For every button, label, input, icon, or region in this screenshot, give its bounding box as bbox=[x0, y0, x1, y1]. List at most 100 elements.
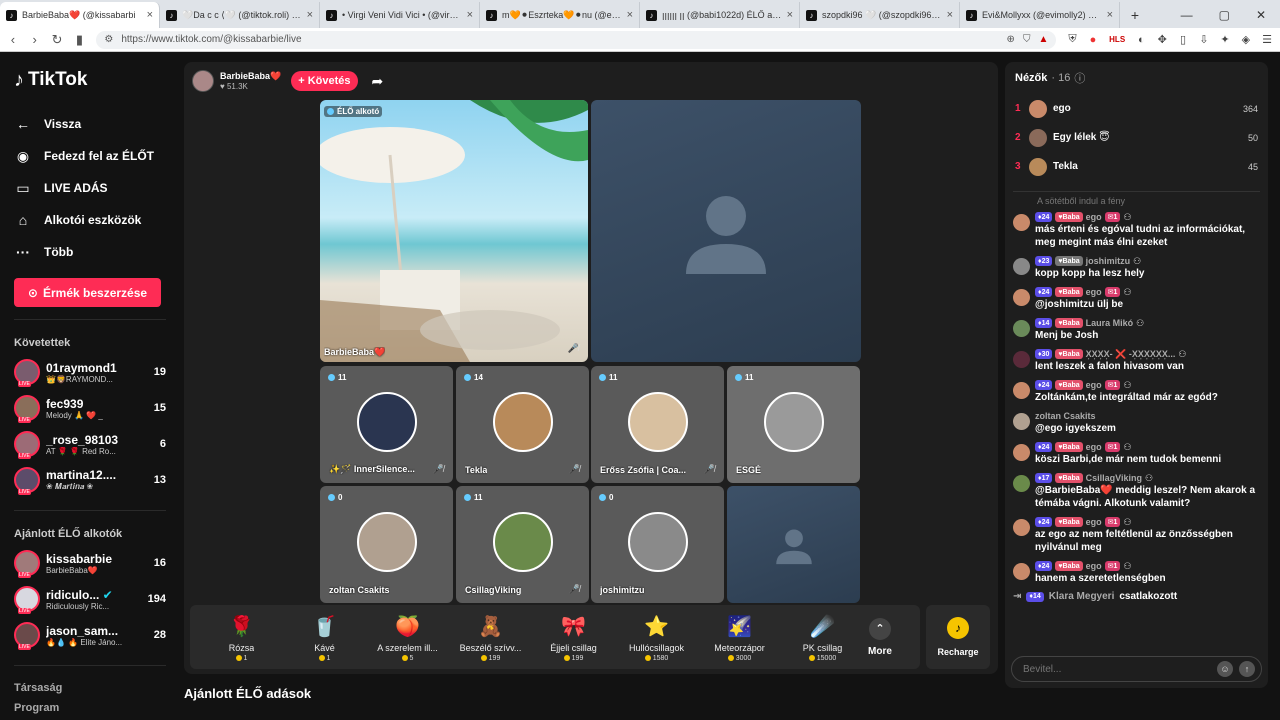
top-viewer-row[interactable]: 2 Egy lélek 😇 50 bbox=[1005, 123, 1268, 152]
follow-button[interactable]: + Követés bbox=[291, 71, 358, 91]
account-item[interactable]: martina12....❀ 𝑴𝒂𝒓𝒕𝒊𝒏𝒂 ❀ 13 bbox=[14, 462, 166, 498]
account-item[interactable]: fec939Melody 🙏 ❤️ _ 15 bbox=[14, 390, 166, 426]
recharge-button[interactable]: ♪ Recharge bbox=[926, 605, 990, 669]
avatar[interactable] bbox=[1029, 157, 1047, 176]
avatar[interactable] bbox=[14, 431, 40, 459]
avatar[interactable] bbox=[1029, 99, 1047, 118]
avatar[interactable] bbox=[14, 467, 40, 495]
avatar[interactable] bbox=[1013, 351, 1030, 368]
minimize-icon[interactable]: — bbox=[1181, 8, 1193, 22]
account-item[interactable]: ridiculo... ✔Ridiculously Ric... 194 bbox=[14, 581, 166, 617]
guest-video-tile[interactable]: 11 ESGÉ bbox=[727, 366, 860, 483]
tiktok-logo[interactable]: ♪ TikTok bbox=[14, 52, 166, 108]
guest-video-tile[interactable]: 11 ✨🪄 InnerSilence... 🎤̸ bbox=[320, 366, 453, 483]
message-username[interactable]: joshimitzu bbox=[1086, 256, 1131, 266]
empty-seat-tile[interactable] bbox=[591, 100, 861, 362]
guest-video-tile[interactable]: 11 Erőss Zsófia | Coa... 🎤̸ bbox=[591, 366, 724, 483]
extension-shield-icon[interactable]: ⛨ bbox=[1068, 33, 1076, 46]
extension-color-icon[interactable]: ● bbox=[1089, 34, 1097, 46]
warning-icon[interactable]: ▲ bbox=[1038, 34, 1048, 45]
close-tab-icon[interactable]: × bbox=[627, 9, 633, 21]
chat-input[interactable] bbox=[1023, 663, 1217, 675]
browser-tab[interactable]: ♪ Evi&Mollyxx (@evimolly2) ÉLŐ adás × bbox=[960, 2, 1120, 28]
share-icon[interactable]: ➦ bbox=[372, 73, 384, 90]
reload-icon[interactable]: ↻ bbox=[52, 32, 63, 48]
avatar[interactable] bbox=[1013, 258, 1030, 275]
vpn-icon[interactable]: ◈ bbox=[1242, 33, 1250, 46]
avatar[interactable] bbox=[14, 586, 40, 614]
maximize-icon[interactable]: ▢ bbox=[1219, 8, 1230, 22]
menu-icon[interactable]: ☰ bbox=[1262, 33, 1272, 46]
account-item[interactable]: 01raymond1👑🦁RAYMOND... 19 bbox=[14, 354, 166, 390]
avatar[interactable] bbox=[1013, 413, 1030, 430]
account-item[interactable]: _rose_98103AT 🌹 🌹 Red Ro... 6 bbox=[14, 426, 166, 462]
joined-username[interactable]: Klara Megyeri bbox=[1049, 591, 1115, 602]
extension-clip-icon[interactable]: ◐ bbox=[1137, 34, 1145, 46]
gift-item[interactable]: 🎀 Éjjeli csillag 199 bbox=[532, 613, 615, 662]
site-settings-icon[interactable]: ⚙ bbox=[104, 34, 113, 45]
more-gifts-button[interactable]: ⌃ More bbox=[868, 617, 892, 657]
guest-video-tile[interactable]: 0 zoltan Csakits bbox=[320, 486, 453, 603]
gift-item[interactable]: 🌠 Meteorzápor 3000 bbox=[698, 613, 781, 662]
get-coins-button[interactable]: ⊙ Érmék beszerzése bbox=[14, 278, 161, 307]
message-username[interactable]: ego bbox=[1086, 212, 1102, 222]
message-username[interactable]: Laura Mikó bbox=[1086, 318, 1134, 328]
avatar[interactable] bbox=[1013, 563, 1030, 580]
account-item[interactable]: kissabarbieBarbieBaba❤️ 16 bbox=[14, 545, 166, 581]
avatar[interactable] bbox=[1013, 289, 1030, 306]
gift-item[interactable]: 🥤 Kávé 1 bbox=[283, 613, 366, 662]
bookmark-icon[interactable]: ▮ bbox=[75, 32, 85, 48]
browser-tab[interactable]: ♪ szopdki96 🤍 (@szopdki96) ÉLŐ adás × bbox=[800, 2, 960, 28]
guest-video-tile[interactable]: 0 joshimitzu bbox=[591, 486, 724, 603]
new-tab-button[interactable]: + bbox=[1120, 2, 1150, 28]
top-viewer-row[interactable]: 3 Tekla 45 bbox=[1005, 152, 1268, 181]
browser-tab[interactable]: ♪ 🤍Da c c ⟨🤍 (@tiktok.roli) ÉLŐ adá × bbox=[160, 2, 320, 28]
sidebar-item-0[interactable]: ← Vissza bbox=[14, 108, 166, 140]
message-username[interactable]: ego bbox=[1086, 380, 1102, 390]
extension-hls-icon[interactable]: HLS bbox=[1109, 35, 1125, 44]
close-tab-icon[interactable]: × bbox=[947, 9, 953, 21]
sidebar-item-1[interactable]: ◉ Fedezd fel az ÉLŐT bbox=[14, 140, 166, 172]
avatar[interactable] bbox=[14, 395, 40, 423]
back-icon[interactable]: ‹ bbox=[8, 32, 18, 47]
info-icon[interactable]: ⓘ bbox=[1074, 70, 1085, 86]
message-username[interactable]: ego bbox=[1086, 517, 1102, 527]
close-window-icon[interactable]: ✕ bbox=[1256, 8, 1266, 22]
message-username[interactable]: ego bbox=[1086, 442, 1102, 452]
forward-icon[interactable]: › bbox=[30, 32, 40, 47]
extension-puzzle-icon[interactable]: ✥ bbox=[1158, 33, 1167, 46]
close-tab-icon[interactable]: × bbox=[307, 9, 313, 21]
avatar[interactable] bbox=[1013, 382, 1030, 399]
gift-item[interactable]: 🌹 Rózsa 1 bbox=[200, 613, 283, 662]
guest-video-tile[interactable]: 14 Tekla 🎤̸ bbox=[456, 366, 589, 483]
avatar[interactable] bbox=[14, 359, 40, 387]
shield-icon[interactable]: ⛉ bbox=[1023, 34, 1031, 45]
message-username[interactable]: ego bbox=[1086, 561, 1102, 571]
avatar[interactable] bbox=[1013, 320, 1030, 337]
avatar[interactable] bbox=[1013, 519, 1030, 536]
footer-link-company[interactable]: Társaság bbox=[14, 678, 166, 698]
browser-tab[interactable]: ♪ BarbieBaba❤️ (@kissabarbi × bbox=[0, 2, 160, 28]
account-item[interactable]: jason_sam...🔥💧 🔥 Elite Jáno... 28 bbox=[14, 617, 166, 653]
close-tab-icon[interactable]: × bbox=[467, 9, 473, 21]
avatar[interactable] bbox=[1013, 444, 1030, 461]
url-field[interactable]: ⚙ https://www.tiktok.com/@kissabarbie/li… bbox=[96, 30, 1057, 49]
browser-tab[interactable]: ♪ ꞁꞁꞁꞁꞁꞁ ꞁꞁ (@babi1022d) ÉLŐ adásbe × bbox=[640, 2, 800, 28]
host-video-tile[interactable]: ÉLŐ alkotó BarbieBaba❤️ 🎤̸ bbox=[320, 100, 588, 362]
host-avatar[interactable] bbox=[192, 70, 214, 92]
extension-sparkle-icon[interactable]: ✦ bbox=[1220, 33, 1229, 46]
avatar[interactable] bbox=[1013, 475, 1030, 492]
close-tab-icon[interactable]: × bbox=[147, 9, 153, 21]
guest-video-tile[interactable]: 11 CsillagViking 🎤̸ bbox=[456, 486, 589, 603]
send-icon[interactable]: ↑ bbox=[1239, 661, 1255, 677]
emoji-icon[interactable]: ☺ bbox=[1217, 661, 1233, 677]
avatar[interactable] bbox=[14, 550, 40, 578]
browser-tab[interactable]: ♪ m🧡⚫Eszrteka🧡⚫nu (@eurekaeur × bbox=[480, 2, 640, 28]
sidebar-item-2[interactable]: ▭ LIVE ADÁS bbox=[14, 172, 166, 204]
sidebar-item-3[interactable]: ⌂ Alkotói eszközök bbox=[14, 204, 166, 236]
top-viewer-row[interactable]: 1 ego 364 bbox=[1005, 94, 1268, 123]
avatar[interactable] bbox=[1013, 214, 1030, 231]
avatar[interactable] bbox=[14, 622, 40, 650]
sidebar-toggle-icon[interactable]: ▯ bbox=[1179, 33, 1187, 46]
avatar[interactable] bbox=[1029, 128, 1047, 147]
